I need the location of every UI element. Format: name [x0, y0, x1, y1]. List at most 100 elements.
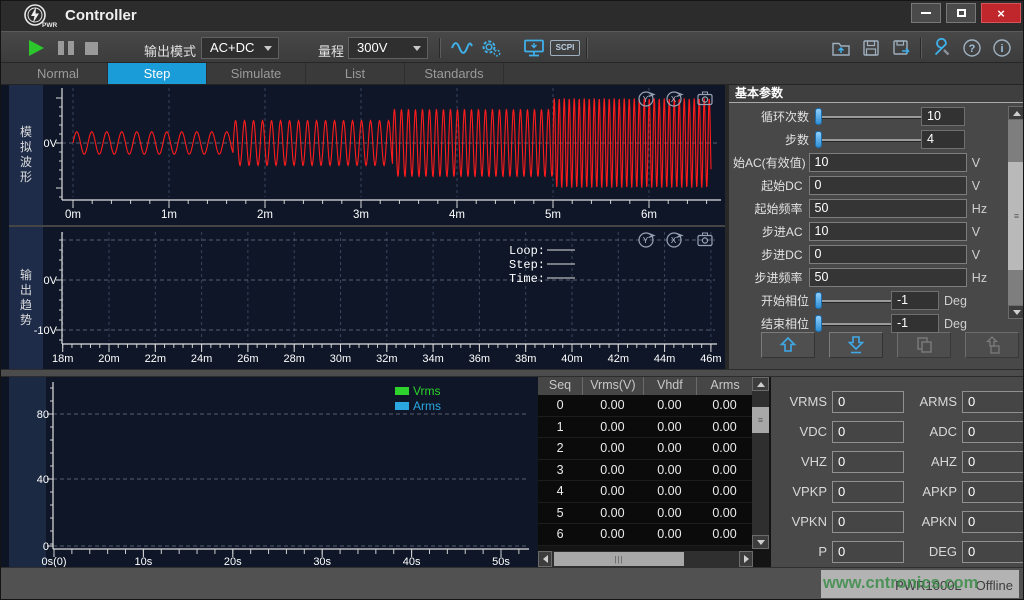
scroll-up-button[interactable]	[752, 377, 769, 391]
table-cell[interactable]: 1	[538, 417, 582, 438]
scroll-track[interactable]: ≡	[752, 391, 769, 535]
tab-normal[interactable]: Normal	[9, 63, 108, 84]
tab-standards[interactable]: Standards	[405, 63, 504, 84]
play-button[interactable]	[29, 40, 44, 56]
open-file-icon[interactable]	[829, 38, 853, 58]
scroll-up-button[interactable]	[1008, 106, 1024, 120]
scroll-thumb[interactable]: |||	[554, 552, 684, 566]
param-value-box[interactable]: -1	[891, 314, 939, 333]
measure-value-apkn[interactable]: 0	[962, 511, 1024, 533]
table-cell[interactable]: 0.00	[643, 524, 696, 545]
maximize-button[interactable]	[946, 3, 976, 23]
output-mode-dropdown[interactable]: AC+DC	[201, 37, 279, 59]
table-cell[interactable]: 0.00	[696, 481, 753, 502]
tab-simulate[interactable]: Simulate	[207, 63, 306, 84]
minimize-button[interactable]	[911, 3, 941, 23]
reset-y-icon[interactable]: Y	[639, 92, 654, 106]
table-cell[interactable]: 4	[538, 481, 582, 502]
table-col-vrms(v)[interactable]: Vrms(V)	[582, 377, 643, 395]
table-cell[interactable]: 0	[538, 395, 582, 416]
table-cell[interactable]: 0.00	[643, 460, 696, 481]
params-scrollbar[interactable]: ≡	[1008, 106, 1024, 319]
table-cell[interactable]: 6	[538, 524, 582, 545]
table-cell[interactable]: 0.00	[582, 417, 643, 438]
measure-value-vdc[interactable]: 0	[832, 421, 904, 443]
table-hscrollbar[interactable]: |||	[538, 551, 753, 567]
table-cell[interactable]: 0.00	[643, 438, 696, 459]
measure-value-p[interactable]: 0	[832, 541, 904, 563]
close-button[interactable]: ×	[981, 3, 1021, 23]
scroll-down-button[interactable]	[752, 535, 769, 549]
param-value-box[interactable]: -1	[891, 291, 939, 310]
table-cell[interactable]: 0.00	[582, 524, 643, 545]
remote-display-icon[interactable]	[522, 38, 546, 58]
param-input[interactable]: 50	[809, 199, 967, 218]
tab-list[interactable]: List	[306, 63, 405, 84]
table-cell[interactable]: 3	[538, 460, 582, 481]
measure-value-vhz[interactable]: 0	[832, 451, 904, 473]
pause-button[interactable]	[58, 41, 74, 55]
horizontal-splitter[interactable]	[1, 369, 1023, 377]
slider-handle[interactable]	[815, 292, 822, 309]
measure-value-apkp[interactable]: 0	[962, 481, 1024, 503]
measure-value-vpkn[interactable]: 0	[832, 511, 904, 533]
save-as-icon[interactable]	[889, 38, 913, 58]
scroll-thumb[interactable]: ≡	[1008, 162, 1024, 270]
info-icon[interactable]: i	[990, 38, 1014, 58]
waveform-icon[interactable]	[450, 38, 474, 58]
scroll-down-button[interactable]	[1008, 305, 1024, 319]
param-input[interactable]: 0	[809, 176, 967, 195]
table-col-seq[interactable]: Seq	[538, 377, 582, 395]
copy-document-button[interactable]	[897, 332, 951, 358]
table-col-arms[interactable]: Arms	[696, 377, 753, 395]
stop-button[interactable]	[85, 42, 98, 55]
measure-value-deg[interactable]: 0	[962, 541, 1024, 563]
measure-value-vrms[interactable]: 0	[832, 391, 904, 413]
slider-handle[interactable]	[815, 315, 822, 332]
export-document-button[interactable]	[965, 332, 1019, 358]
table-cell[interactable]: 0.00	[582, 481, 643, 502]
table-col-vhdf[interactable]: Vhdf	[643, 377, 696, 395]
measure-value-arms[interactable]: 0	[962, 391, 1024, 413]
tab-step[interactable]: Step	[108, 63, 207, 84]
measure-value-ahz[interactable]: 0	[962, 451, 1024, 473]
table-cell[interactable]: 5	[538, 503, 582, 524]
param-input[interactable]: 10	[809, 222, 967, 241]
snapshot-icon[interactable]	[698, 233, 712, 246]
scroll-thumb[interactable]: ≡	[752, 407, 769, 433]
settings-gear-icon[interactable]	[479, 38, 503, 58]
param-slider[interactable]	[815, 107, 921, 126]
save-file-icon[interactable]	[859, 38, 883, 58]
help-icon[interactable]: ?	[960, 38, 984, 58]
range-dropdown[interactable]: 300V	[348, 37, 428, 59]
table-cell[interactable]: 0.00	[696, 503, 753, 524]
scpi-icon[interactable]: SCPI	[550, 40, 580, 56]
param-slider[interactable]	[815, 314, 891, 333]
param-value-box[interactable]: 10	[921, 107, 965, 126]
tools-wrench-icon[interactable]	[930, 38, 954, 58]
table-cell[interactable]: 0.00	[696, 395, 753, 416]
table-cell[interactable]: 0.00	[643, 481, 696, 502]
param-value-box[interactable]: 4	[921, 130, 965, 149]
table-cell[interactable]: 0.00	[582, 503, 643, 524]
table-cell[interactable]: 0.00	[696, 417, 753, 438]
table-cell[interactable]: 0.00	[582, 395, 643, 416]
slider-handle[interactable]	[815, 108, 822, 125]
table-cell[interactable]: 2	[538, 438, 582, 459]
table-cell[interactable]: 0.00	[582, 460, 643, 481]
param-input[interactable]: 50	[809, 268, 967, 287]
measure-value-vpkp[interactable]: 0	[832, 481, 904, 503]
param-input[interactable]: 0	[809, 245, 967, 264]
upload-arrow-button[interactable]	[761, 332, 815, 358]
param-slider[interactable]	[815, 291, 891, 310]
scroll-left-button[interactable]	[538, 551, 552, 567]
table-cell[interactable]: 0.00	[643, 417, 696, 438]
table-cell[interactable]: 0.00	[643, 395, 696, 416]
scroll-track[interactable]: ≡	[1008, 120, 1024, 305]
table-vscrollbar[interactable]: ≡	[752, 377, 769, 549]
param-slider[interactable]	[815, 130, 921, 149]
scroll-right-button[interactable]	[739, 551, 753, 567]
table-cell[interactable]: 0.00	[696, 438, 753, 459]
table-cell[interactable]: 0.00	[696, 524, 753, 545]
table-cell[interactable]: 0.00	[643, 503, 696, 524]
